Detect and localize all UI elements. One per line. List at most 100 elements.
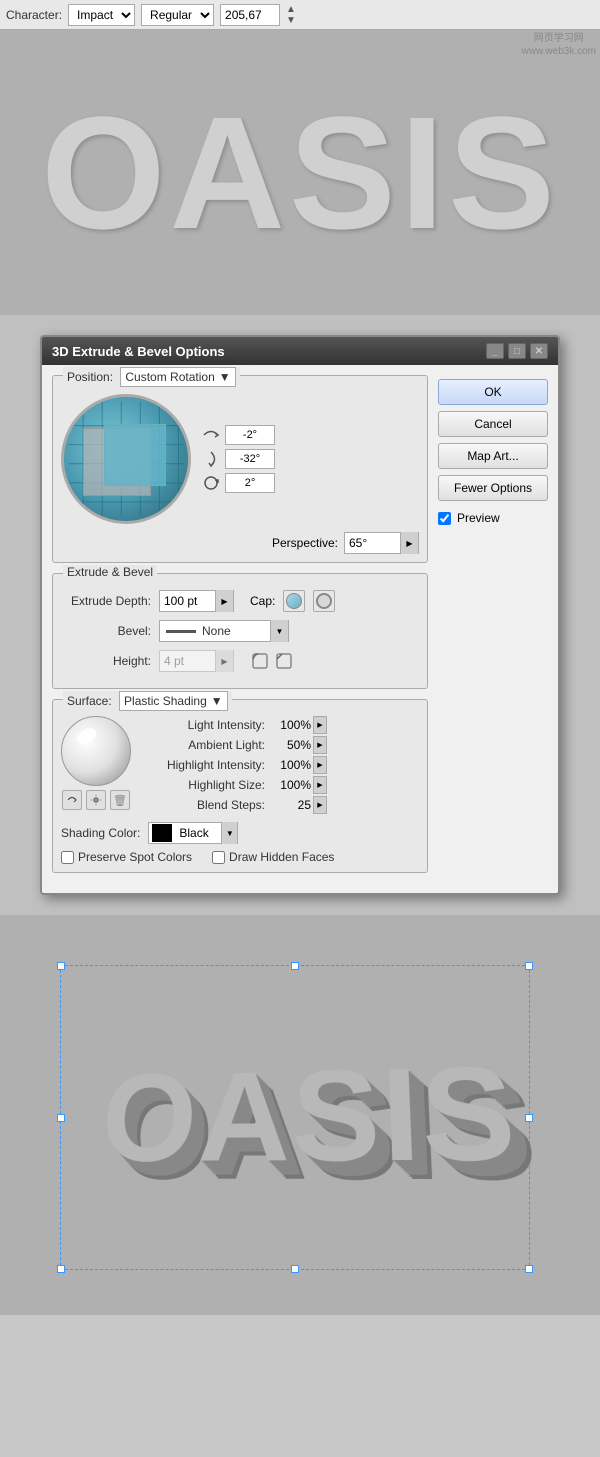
canvas-bottom: OASIS (0, 915, 600, 1315)
perspective-row: Perspective: ▶ (61, 532, 419, 554)
dialog-title: 3D Extrude & Bevel Options (52, 344, 225, 359)
bevel-style-2-icon[interactable] (274, 651, 294, 671)
oasis-3d-text: OASIS (97, 1037, 522, 1192)
height-arrow[interactable]: ▶ (215, 650, 233, 672)
bevel-value-text: None (202, 624, 270, 638)
font-family-select[interactable]: Impact (68, 4, 135, 26)
highlight-size-value: 100% (271, 778, 311, 792)
dialog-titlebar: 3D Extrude & Bevel Options _ □ ✕ (42, 337, 558, 365)
draw-hidden-faces-item: Draw Hidden Faces (212, 850, 334, 864)
highlight-size-row: Highlight Size: 100% ▶ (141, 776, 419, 794)
highlight-intensity-arrow[interactable]: ▶ (313, 756, 327, 774)
light-intensity-label: Light Intensity: (141, 718, 271, 732)
checkboxes-row: Preserve Spot Colors Draw Hidden Faces (61, 850, 419, 864)
ambient-light-row: Ambient Light: 50% ▶ (141, 736, 419, 754)
highlight-intensity-row: Highlight Intensity: 100% ▶ (141, 756, 419, 774)
rotation-x-input[interactable]: -2° (225, 425, 275, 445)
ambient-light-label: Ambient Light: (141, 738, 271, 752)
handle-tl[interactable] (57, 962, 65, 970)
rotation-y-icon (201, 449, 221, 469)
light-intensity-arrow[interactable]: ▶ (313, 716, 327, 734)
bevel-style-1-icon[interactable] (250, 651, 270, 671)
handle-bl[interactable] (57, 1265, 65, 1273)
dialog-body: Position: Custom Rotation ▼ (42, 365, 558, 893)
handle-tr[interactable] (525, 962, 533, 970)
rotation-y-row: -32° (201, 449, 275, 469)
cancel-button[interactable]: Cancel (438, 411, 548, 437)
height-input[interactable] (160, 653, 215, 669)
color-swatch (152, 824, 172, 842)
cap-circle-filled (286, 593, 302, 609)
color-dropdown-arrow[interactable]: ▼ (221, 822, 237, 844)
sphere-preview-container: 🗑 (61, 716, 131, 816)
shading-color-select[interactable]: Black ▼ (148, 822, 238, 844)
perspective-input[interactable] (345, 535, 400, 551)
height-combo[interactable]: ▶ (159, 650, 234, 672)
surface-label-text: Surface: (67, 694, 112, 708)
extrude-depth-combo[interactable]: ▶ (159, 590, 234, 612)
rotation-inputs: -2° -32° (201, 425, 275, 493)
bevel-line-icon (166, 630, 196, 633)
dialog: 3D Extrude & Bevel Options _ □ ✕ Positio… (40, 335, 560, 895)
draw-hidden-faces-checkbox[interactable] (212, 851, 225, 864)
preserve-spot-colors-checkbox[interactable] (61, 851, 74, 864)
position-dropdown-arrow: ▼ (219, 370, 231, 384)
handle-tc[interactable] (291, 962, 299, 970)
surface-dropdown-arrow: ▼ (211, 694, 223, 708)
canvas-top: OASIS (0, 30, 600, 315)
rotation-x-row: -2° (201, 425, 275, 445)
rotation-y-input[interactable]: -32° (225, 449, 275, 469)
shading-color-label: Shading Color: (61, 826, 140, 840)
watermark: 网页学习网 www.web3k.com (522, 32, 596, 58)
position-section-label: Position: Custom Rotation ▼ (63, 367, 240, 387)
perspective-combo[interactable]: ▶ (344, 532, 419, 554)
bevel-dropdown-arrow[interactable]: ▼ (270, 620, 288, 642)
bevel-select[interactable]: None ▼ (159, 620, 289, 642)
sphere-controls: 🗑 (62, 790, 130, 810)
position-label-text: Position: (67, 370, 113, 384)
handle-ml[interactable] (57, 1114, 65, 1122)
sphere-ctrl-delete[interactable]: 🗑 (110, 790, 130, 810)
minimize-button[interactable]: _ (486, 343, 504, 359)
bevel-label: Bevel: (61, 624, 151, 638)
globe-preview (61, 394, 191, 524)
maximize-button[interactable]: □ (508, 343, 526, 359)
handle-mr[interactable] (525, 1114, 533, 1122)
sphere-ctrl-rotate[interactable] (62, 790, 82, 810)
light-intensity-input-box: 100% ▶ (271, 716, 327, 734)
extrude-depth-arrow[interactable]: ▶ (215, 590, 233, 612)
highlight-intensity-label: Highlight Intensity: (141, 758, 271, 772)
font-size-arrow[interactable]: ▲▼ (286, 4, 296, 26)
fewer-options-button[interactable]: Fewer Options (438, 475, 548, 501)
blend-steps-arrow[interactable]: ▶ (313, 796, 327, 814)
handle-br[interactable] (525, 1265, 533, 1273)
font-size-input[interactable] (220, 4, 280, 26)
extrude-depth-input[interactable] (160, 593, 215, 609)
highlight-intensity-value: 100% (271, 758, 311, 772)
preview-checkbox[interactable] (438, 512, 451, 525)
perspective-arrow[interactable]: ▶ (400, 532, 418, 554)
preserve-spot-colors-label: Preserve Spot Colors (78, 850, 192, 864)
position-dropdown[interactable]: Custom Rotation ▼ (120, 367, 235, 387)
watermark-line1: 网页学习网 (522, 32, 596, 45)
shading-color-row: Shading Color: Black ▼ (61, 822, 419, 844)
highlight-size-arrow[interactable]: ▶ (313, 776, 327, 794)
handle-bc[interactable] (291, 1265, 299, 1273)
extrude-depth-label: Extrude Depth: (61, 594, 151, 608)
ambient-light-arrow[interactable]: ▶ (313, 736, 327, 754)
rotation-z-input[interactable]: 2° (225, 473, 275, 493)
surface-dropdown[interactable]: Plastic Shading ▼ (119, 691, 228, 711)
cap-empty-button[interactable] (313, 590, 335, 612)
canvas-content: OASIS (0, 915, 600, 1315)
map-art-button[interactable]: Map Art... (438, 443, 548, 469)
cap-filled-button[interactable] (283, 590, 305, 612)
surface-section: Surface: Plastic Shading ▼ (52, 699, 428, 873)
sphere-ctrl-light[interactable] (86, 790, 106, 810)
font-style-select[interactable]: Regular (141, 4, 214, 26)
close-button[interactable]: ✕ (530, 343, 548, 359)
light-intensity-value: 100% (271, 718, 311, 732)
globe-container: -2° -32° (61, 394, 419, 524)
ok-button[interactable]: OK (438, 379, 548, 405)
light-intensity-row: Light Intensity: 100% ▶ (141, 716, 419, 734)
surface-values: Light Intensity: 100% ▶ Ambient Light: 5… (141, 716, 419, 816)
